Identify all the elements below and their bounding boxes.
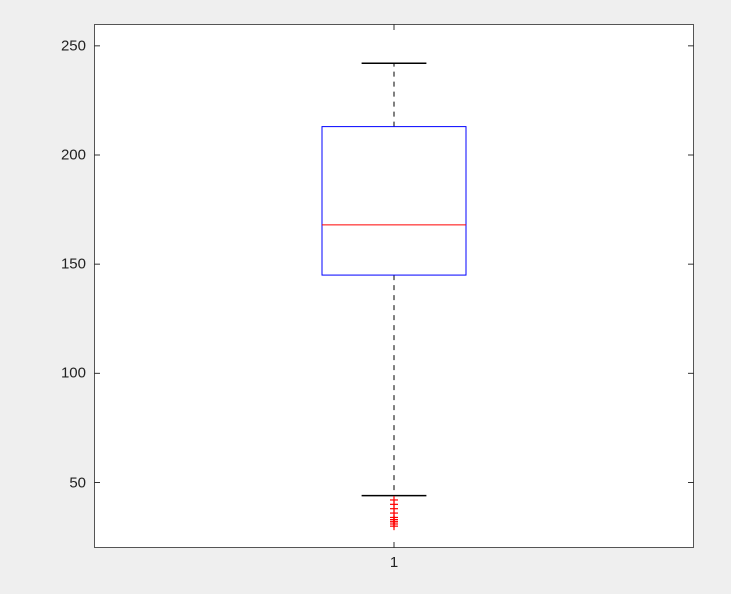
boxplot-svg — [0, 0, 731, 594]
figure: 50100150200250 1 — [0, 0, 731, 594]
